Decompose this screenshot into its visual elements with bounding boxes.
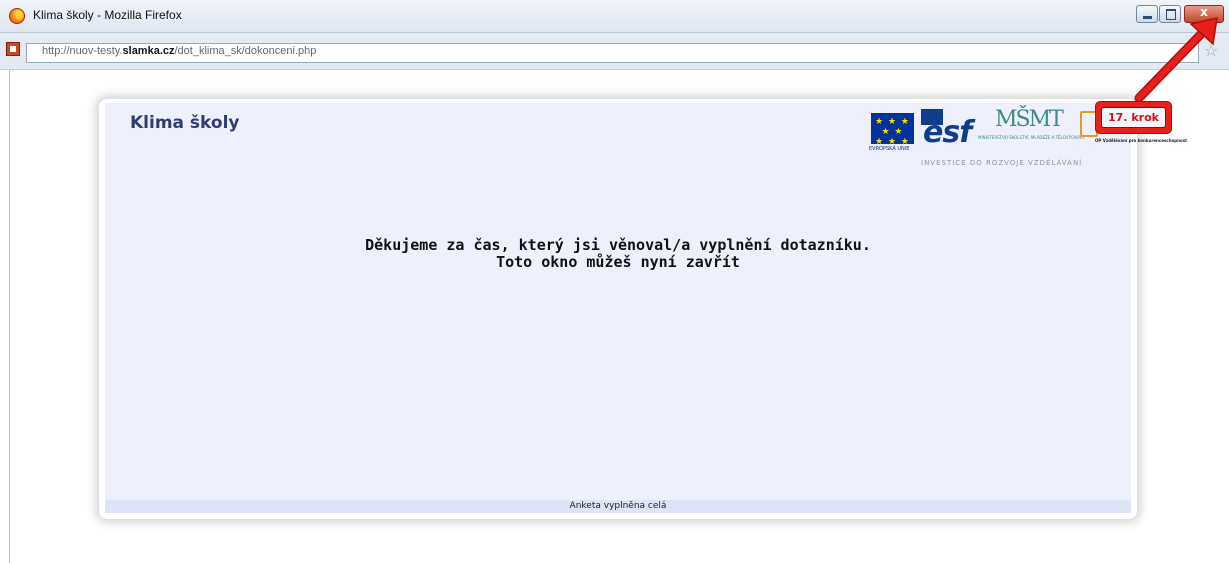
annotation-arrow [1134,17,1218,103]
step-callout-inner: 17. krok [1101,107,1166,128]
eu-caption: EVROPSKÁ UNIE [869,146,910,152]
content-panel: Klima školy ★ ★ ★ ★ ★ ★ ★ ★ EVROPSKÁ UNIE … [105,103,1187,513]
firefox-icon [9,8,25,24]
thank-you-message: Děkujeme za čas, který jsi věnoval/a vyp… [105,237,1131,271]
url-path: /dot_klima_sk/dokonceni.php [174,45,317,57]
step-label: 17. krok [1108,111,1159,124]
page-title: Klima školy [130,113,240,133]
thank-you-line-1: Děkujeme za čas, který jsi věnoval/a vyp… [365,236,871,254]
op-caption: OP Vzdělávání pro konkurenceschopnost [1095,138,1188,143]
window-title: Klima školy - Mozilla Firefox [33,8,182,22]
status-footer: Anketa vyplněna celá [105,500,1131,513]
site-favicon-icon [6,42,20,56]
url-prefix: http://nuov-testy. [42,45,123,57]
thank-you-line-2: Toto okno můžeš nyní zavřít [496,253,740,271]
msmt-caption: MINISTERSTVO ŠKOLSTVÍ, MLÁDEŽE A TĚLOVÝC… [978,135,1085,140]
msmt-logo: MŠMT [995,107,1064,132]
eu-flag-logo: ★ ★ ★ ★ ★ ★ ★ ★ [871,113,914,147]
investment-tagline: INVESTICE DO ROZVOJE VZDĚLÁVÁNÍ [921,159,1083,167]
url-domain: slamka.cz [122,45,175,57]
esf-logo: esf [923,115,972,150]
step-callout: 17. krok [1095,101,1172,134]
url-text[interactable]: http://nuov-testy.slamka.cz/dot_klima_sk… [42,45,316,57]
content-card: Klima školy ★ ★ ★ ★ ★ ★ ★ ★ EVROPSKÁ UNIE … [99,99,1187,519]
window-titlebar: Klima školy - Mozilla Firefox x [0,0,1229,33]
